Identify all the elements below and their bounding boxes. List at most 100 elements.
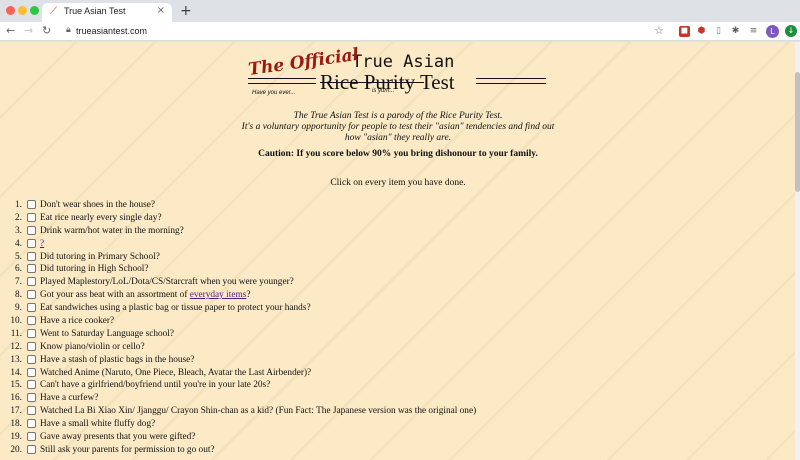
item-checkbox[interactable]: [27, 444, 36, 454]
item-label: Gave away presents that you were gifted?: [40, 431, 195, 444]
extension-shield-icon[interactable]: ⬢: [696, 26, 707, 37]
item-number: 5.: [15, 251, 22, 262]
item-text: Don't wear shoes in the house?: [40, 200, 156, 210]
item-checkbox[interactable]: [27, 419, 36, 429]
list-item: 12. Know piano/violin or cello?: [6, 341, 776, 354]
tab-true-asian-test[interactable]: ⟋ True Asian Test ×: [42, 3, 172, 22]
bookmark-star-icon[interactable]: ☆: [654, 24, 664, 37]
instruction-text: Click on every item you have done.: [330, 178, 466, 188]
item-text: Played Maplestory/LoL/Dota/CS/Starcraft …: [40, 277, 294, 288]
item-checkbox[interactable]: [27, 212, 36, 222]
tab-strip: ⟋ True Asian Test × +: [0, 0, 800, 22]
item-checkbox[interactable]: [27, 303, 36, 313]
scrollbar-thumb[interactable]: [795, 72, 800, 192]
item-checkbox[interactable]: [27, 341, 36, 351]
item-label: Have a small white fluffy dog?: [40, 418, 155, 431]
list-item: 19. Gave away presents that you were gift…: [6, 431, 776, 444]
list-item: 8. Got your ass beat with an assortment o…: [6, 289, 776, 302]
item-label: Drink warm/hot water in the morning?: [40, 225, 184, 238]
back-arrow-icon[interactable]: ←: [6, 23, 15, 39]
new-tab-button[interactable]: +: [180, 3, 192, 19]
item-checkbox[interactable]: [27, 251, 36, 261]
item-checkbox[interactable]: [27, 328, 36, 338]
item-label: Went to Saturday Language school?: [40, 328, 174, 341]
item-text: Have a curfew?: [40, 393, 99, 404]
list-item: 1. Don't wear shoes in the house?: [6, 199, 776, 212]
logo-true-asian: True Asian: [352, 52, 455, 72]
list-item: 14. Watched Anime (Naruto, One Piece, Ble…: [6, 367, 776, 380]
reload-icon[interactable]: ↻: [42, 23, 51, 39]
item-link[interactable]: everyday items: [190, 290, 247, 300]
close-icon[interactable]: ×: [157, 5, 165, 16]
minimize-window-button[interactable]: [18, 6, 27, 15]
item-label: Know piano/violin or cello?: [40, 341, 145, 354]
item-label: Don't wear shoes in the house?: [40, 199, 155, 212]
update-arrow-icon[interactable]: ↓: [785, 25, 797, 37]
list-item: 5. Did tutoring in Primary School?: [6, 251, 776, 264]
item-checkbox[interactable]: [27, 354, 36, 364]
item-label: Watched La Bi Xiao Xin/ Jjanggu/ Crayon …: [40, 405, 476, 418]
item-label: Eat rice nearly every single day?: [40, 212, 162, 225]
item-number: 12.: [10, 341, 22, 352]
item-link[interactable]: ?: [40, 239, 44, 249]
profile-avatar[interactable]: L: [766, 25, 779, 38]
item-checkbox[interactable]: [27, 238, 36, 248]
item-number: 9.: [15, 303, 22, 314]
item-text: Know piano/violin or cello?: [40, 341, 145, 352]
page-content: True Asian Rice Purity Test The Official…: [0, 42, 795, 460]
close-window-button[interactable]: [6, 6, 15, 15]
extension-icon[interactable]: ◼: [679, 26, 690, 37]
item-text: Eat rice nearly every single day?: [40, 212, 162, 223]
item-label: Did tutoring in Primary School?: [40, 251, 160, 264]
item-checkbox[interactable]: [27, 406, 36, 416]
list-item: 7. Played Maplestory/LoL/Dota/CS/Starcraf…: [6, 276, 776, 289]
item-checkbox[interactable]: [27, 432, 36, 442]
item-checkbox[interactable]: [27, 277, 36, 287]
item-checkbox[interactable]: [27, 316, 36, 326]
item-number: 8.: [15, 290, 22, 301]
item-number: 2.: [15, 212, 22, 223]
item-text: Still ask your parents for permission to…: [40, 444, 215, 455]
question-list: 1. Don't wear shoes in the house? 2. Eat ri…: [6, 199, 776, 457]
list-item: 13. Have a stash of plastic bags in the h…: [6, 354, 776, 367]
list-item: 10. Have a rice cooker?: [6, 315, 776, 328]
intro-line: It's a voluntary opportunity for people …: [241, 122, 555, 132]
logo-rule: [248, 83, 316, 84]
reading-list-icon[interactable]: ≡: [748, 26, 759, 37]
item-checkbox[interactable]: [27, 367, 36, 377]
item-label: Have a curfew?: [40, 392, 98, 405]
item-number: 14.: [10, 367, 22, 378]
extension-cup-icon[interactable]: ▯: [713, 26, 724, 37]
list-item: 2. Eat rice nearly every single day?: [6, 212, 776, 225]
list-item: 9. Eat sandwiches using a plastic bag or …: [6, 302, 776, 315]
item-checkbox[interactable]: [27, 380, 36, 390]
item-checkbox[interactable]: [27, 393, 36, 403]
intro-line: The True Asian Test is a parody of the R…: [293, 111, 503, 121]
item-text: Have a rice cooker?: [40, 316, 115, 327]
list-item: 4.?: [6, 238, 776, 251]
item-text: Drink warm/hot water in the morning?: [40, 225, 184, 236]
url-text[interactable]: trueasiantest.com: [76, 26, 147, 36]
maximize-window-button[interactable]: [30, 6, 39, 15]
puzzle-icon[interactable]: ✱: [730, 26, 741, 37]
chopsticks-icon: ⟋: [50, 6, 57, 17]
item-number: 16.: [10, 393, 22, 404]
item-number: 3.: [15, 225, 22, 236]
lock-icon[interactable]: 🔒︎: [66, 25, 71, 35]
item-checkbox[interactable]: [27, 290, 36, 300]
item-text: Watched La Bi Xiao Xin/ Jjanggu/ Crayon …: [40, 406, 477, 417]
item-label: Did tutoring in High School?: [40, 263, 148, 276]
list-item: 17. Watched La Bi Xiao Xin/ Jjanggu/ Cray…: [6, 405, 776, 418]
item-checkbox[interactable]: [27, 200, 36, 209]
item-text: Can't have a girlfriend/boyfriend until …: [40, 380, 271, 391]
item-checkbox[interactable]: [27, 225, 36, 235]
browser-toolbar: ← → ↻ 🔒︎ trueasiantest.com ☆ ◼ ⬢ ▯ ✱ ≡ L…: [0, 22, 800, 41]
item-number: 17.: [10, 406, 22, 417]
forward-arrow-icon[interactable]: →: [24, 23, 33, 39]
item-checkbox[interactable]: [27, 264, 36, 274]
vertical-scrollbar[interactable]: [795, 42, 800, 460]
list-item: 18. Have a small white fluffy dog?: [6, 418, 776, 431]
item-number: 10.: [10, 316, 22, 327]
item-text: Eat sandwiches using a plastic bag or ti…: [40, 303, 311, 314]
address-bar[interactable]: 🔒︎ trueasiantest.com ☆: [58, 23, 668, 40]
